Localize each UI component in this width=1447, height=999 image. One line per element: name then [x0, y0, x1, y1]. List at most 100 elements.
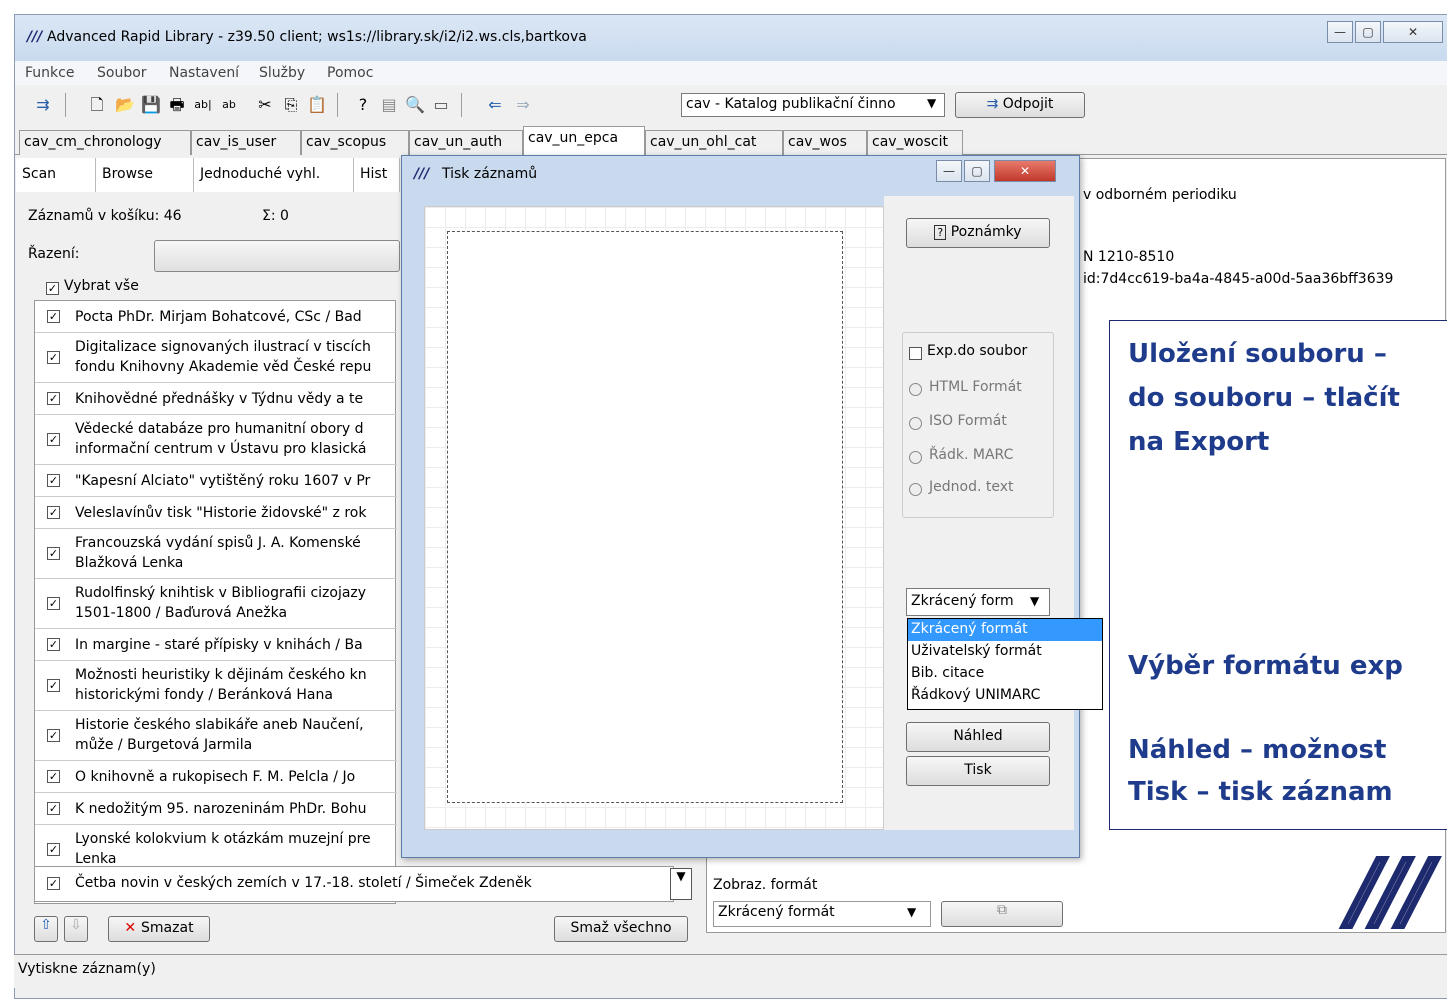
record-checkbox[interactable]: ✓	[47, 802, 60, 815]
menu-pomoc[interactable]: Pomoc	[327, 65, 373, 81]
record-checkbox[interactable]: ✓	[47, 843, 60, 856]
help-icon[interactable]: ?	[353, 95, 373, 115]
text-format-radio[interactable]	[909, 483, 922, 496]
export-checkbox[interactable]	[909, 347, 922, 360]
print-icon[interactable]: 🖶	[167, 95, 187, 115]
list-item[interactable]: ✓ Digitalizace signovaných ilustrací v ti…	[35, 333, 397, 383]
html-format-radio[interactable]	[909, 383, 922, 396]
list-item[interactable]: ✓ Pocta PhDr. Mirjam Bohatcové, CSc / Bad	[35, 301, 397, 333]
record-checkbox[interactable]: ✓	[47, 474, 60, 487]
dropdown-option-user[interactable]: Uživatelský formát	[908, 641, 1102, 663]
preview-button[interactable]: Náhled	[906, 722, 1050, 752]
tab-cav-cm-chronology[interactable]: cav_cm_chronology	[19, 130, 191, 155]
list-item[interactable]: ✓ K nedožitým 95. narozeninám PhDr. Bohu	[35, 793, 397, 825]
record-checkbox[interactable]: ✓	[47, 433, 60, 446]
tab-cav-un-auth[interactable]: cav_un_auth	[409, 130, 523, 155]
tab-cav-scopus[interactable]: cav_scopus	[301, 130, 409, 155]
record-checkbox[interactable]: ✓	[47, 638, 60, 651]
new-icon[interactable]: 🗋	[87, 95, 107, 115]
display-format-select[interactable]: Zkrácený formát	[713, 901, 931, 927]
list-item[interactable]: ✓ Rudolfinský knihtisk v Bibliografii ciz…	[35, 579, 397, 629]
record-checkbox[interactable]: ✓	[47, 392, 60, 405]
dialog-maximize-button[interactable]: ▢	[964, 160, 990, 182]
list-item[interactable]: ✓ Francouzská vydání spisů J. A. Komenské…	[35, 529, 397, 579]
connect-icon[interactable]: ⇉	[33, 95, 53, 115]
record-title-line2: Blažková Lenka	[75, 555, 184, 571]
list-item[interactable]: ✓ Knihovědné přednášky v Týdnu vědy a te	[35, 383, 397, 415]
dialog-close-button[interactable]: ✕	[994, 160, 1056, 182]
marc-format-radio[interactable]	[909, 451, 922, 464]
back-arrow-icon[interactable]: ⇐	[485, 95, 505, 115]
annotation-line-1: Uložení souboru –	[1128, 339, 1387, 369]
scroll-down-button[interactable]: ▼	[670, 868, 692, 900]
record-checkbox[interactable]: ✓	[47, 597, 60, 610]
copy-format-button[interactable]: ⧉	[941, 901, 1063, 927]
list-item[interactable]: ✓ Veleslavínův tisk "Historie židovské" z…	[35, 497, 397, 529]
catalog-select[interactable]: cav - Katalog publikační činno	[681, 93, 945, 117]
record-checkbox[interactable]: ✓	[47, 729, 60, 742]
delete-all-button[interactable]: Smaž všechno	[554, 916, 688, 942]
open-icon[interactable]: 📂	[115, 95, 135, 115]
list-item[interactable]: ✓ "Kapesní Alciato" vytištěný roku 1607 v…	[35, 465, 397, 497]
menu-funkce[interactable]: Funkce	[25, 65, 74, 81]
search-icon[interactable]: 🔍	[405, 95, 425, 115]
save-icon[interactable]: 💾	[141, 95, 161, 115]
paste-icon[interactable]: 📋	[307, 95, 327, 115]
record-checkbox[interactable]: ✓	[47, 547, 60, 560]
iso-format-radio[interactable]	[909, 417, 922, 430]
list-item[interactable]: ✓ Vědecké databáze pro humanitní obory d i…	[35, 415, 397, 465]
disconnect-button[interactable]: ⇉ Odpojit	[955, 92, 1085, 118]
tab-cav-is-user[interactable]: cav_is_user	[191, 130, 301, 155]
menu-soubor[interactable]: Soubor	[97, 65, 147, 81]
minimize-button[interactable]: —	[1327, 21, 1353, 43]
menu-nastaveni[interactable]: Nastavení	[169, 65, 239, 81]
window-title: Advanced Rapid Library - z39.50 client; …	[47, 29, 587, 45]
dropdown-option-short[interactable]: Zkrácený formát	[908, 619, 1102, 641]
record-title: Pocta PhDr. Mirjam Bohatcové, CSc / Bad	[75, 309, 362, 325]
move-down-button[interactable]: ⇩	[64, 916, 88, 942]
dropdown-option-citation[interactable]: Bib. citace	[908, 663, 1102, 685]
list-item[interactable]: ✓ Možnosti heuristiky k dějinám českého k…	[35, 661, 397, 711]
print-button[interactable]: Tisk	[906, 756, 1050, 786]
tab-cav-wos[interactable]: cav_wos	[783, 130, 867, 155]
chevron-down-icon: ▼	[907, 905, 917, 919]
move-up-button[interactable]: ⇧	[34, 916, 58, 942]
subtab-scan[interactable]: Scan	[16, 158, 96, 192]
record-checkbox[interactable]: ✓	[47, 351, 60, 364]
record-checkbox[interactable]: ✓	[47, 506, 60, 519]
tab-cav-un-epca[interactable]: cav_un_epca	[523, 126, 645, 156]
tab-cav-un-ohl-cat[interactable]: cav_un_ohl_cat	[645, 130, 783, 155]
print-format-select[interactable]: Zkrácený form	[906, 588, 1050, 616]
record-checkbox[interactable]: ✓	[47, 679, 60, 692]
tab-cav-woscit[interactable]: cav_woscit	[867, 130, 963, 155]
close-button[interactable]: ✕	[1383, 21, 1443, 43]
list-item[interactable]: ✓ Četba novin v českých zemích v 17.-18. …	[34, 866, 674, 902]
subtab-history[interactable]: Hist	[354, 158, 400, 192]
subtab-simple-search[interactable]: Jednoduché vyhl.	[194, 158, 354, 192]
toolbar-separator	[337, 93, 338, 117]
record-checkbox[interactable]: ✓	[47, 877, 60, 890]
edit-text-icon[interactable]: ab|	[193, 95, 213, 115]
list-item[interactable]: ✓ In margine - staré přípisky v knihách /…	[35, 629, 397, 661]
form-icon[interactable]: ▤	[379, 95, 399, 115]
maximize-button[interactable]: ▢	[1355, 21, 1381, 43]
subtab-browse[interactable]: Browse	[96, 158, 194, 192]
list-item[interactable]: ✓ Historie českého slabikáře aneb Naučení…	[35, 711, 397, 761]
replace-text-icon[interactable]: ab	[219, 95, 239, 115]
dialog-minimize-button[interactable]: —	[936, 160, 962, 182]
record-checkbox[interactable]: ✓	[47, 310, 60, 323]
forward-arrow-icon[interactable]: ⇒	[513, 95, 533, 115]
menu-sluzby[interactable]: Služby	[259, 65, 305, 81]
dropdown-option-unimarc[interactable]: Řádkový UNIMARC	[908, 685, 1102, 707]
delete-button[interactable]: ✕ Smazat	[108, 916, 210, 942]
delete-icon: ✕	[124, 920, 142, 936]
record-title-line2: 1501-1800 / Baďurová Anežka	[75, 605, 288, 621]
select-all-checkbox[interactable]: ✓	[46, 282, 59, 295]
cut-icon[interactable]: ✂	[255, 95, 275, 115]
notes-button[interactable]: ? Poznámky	[906, 218, 1050, 248]
copy-icon[interactable]: ⎘	[281, 95, 301, 115]
window-icon[interactable]: ▭	[431, 95, 451, 115]
record-checkbox[interactable]: ✓	[47, 770, 60, 783]
list-item[interactable]: ✓ O knihovně a rukopisech F. M. Pelcla / …	[35, 761, 397, 793]
sort-select[interactable]	[154, 240, 400, 272]
